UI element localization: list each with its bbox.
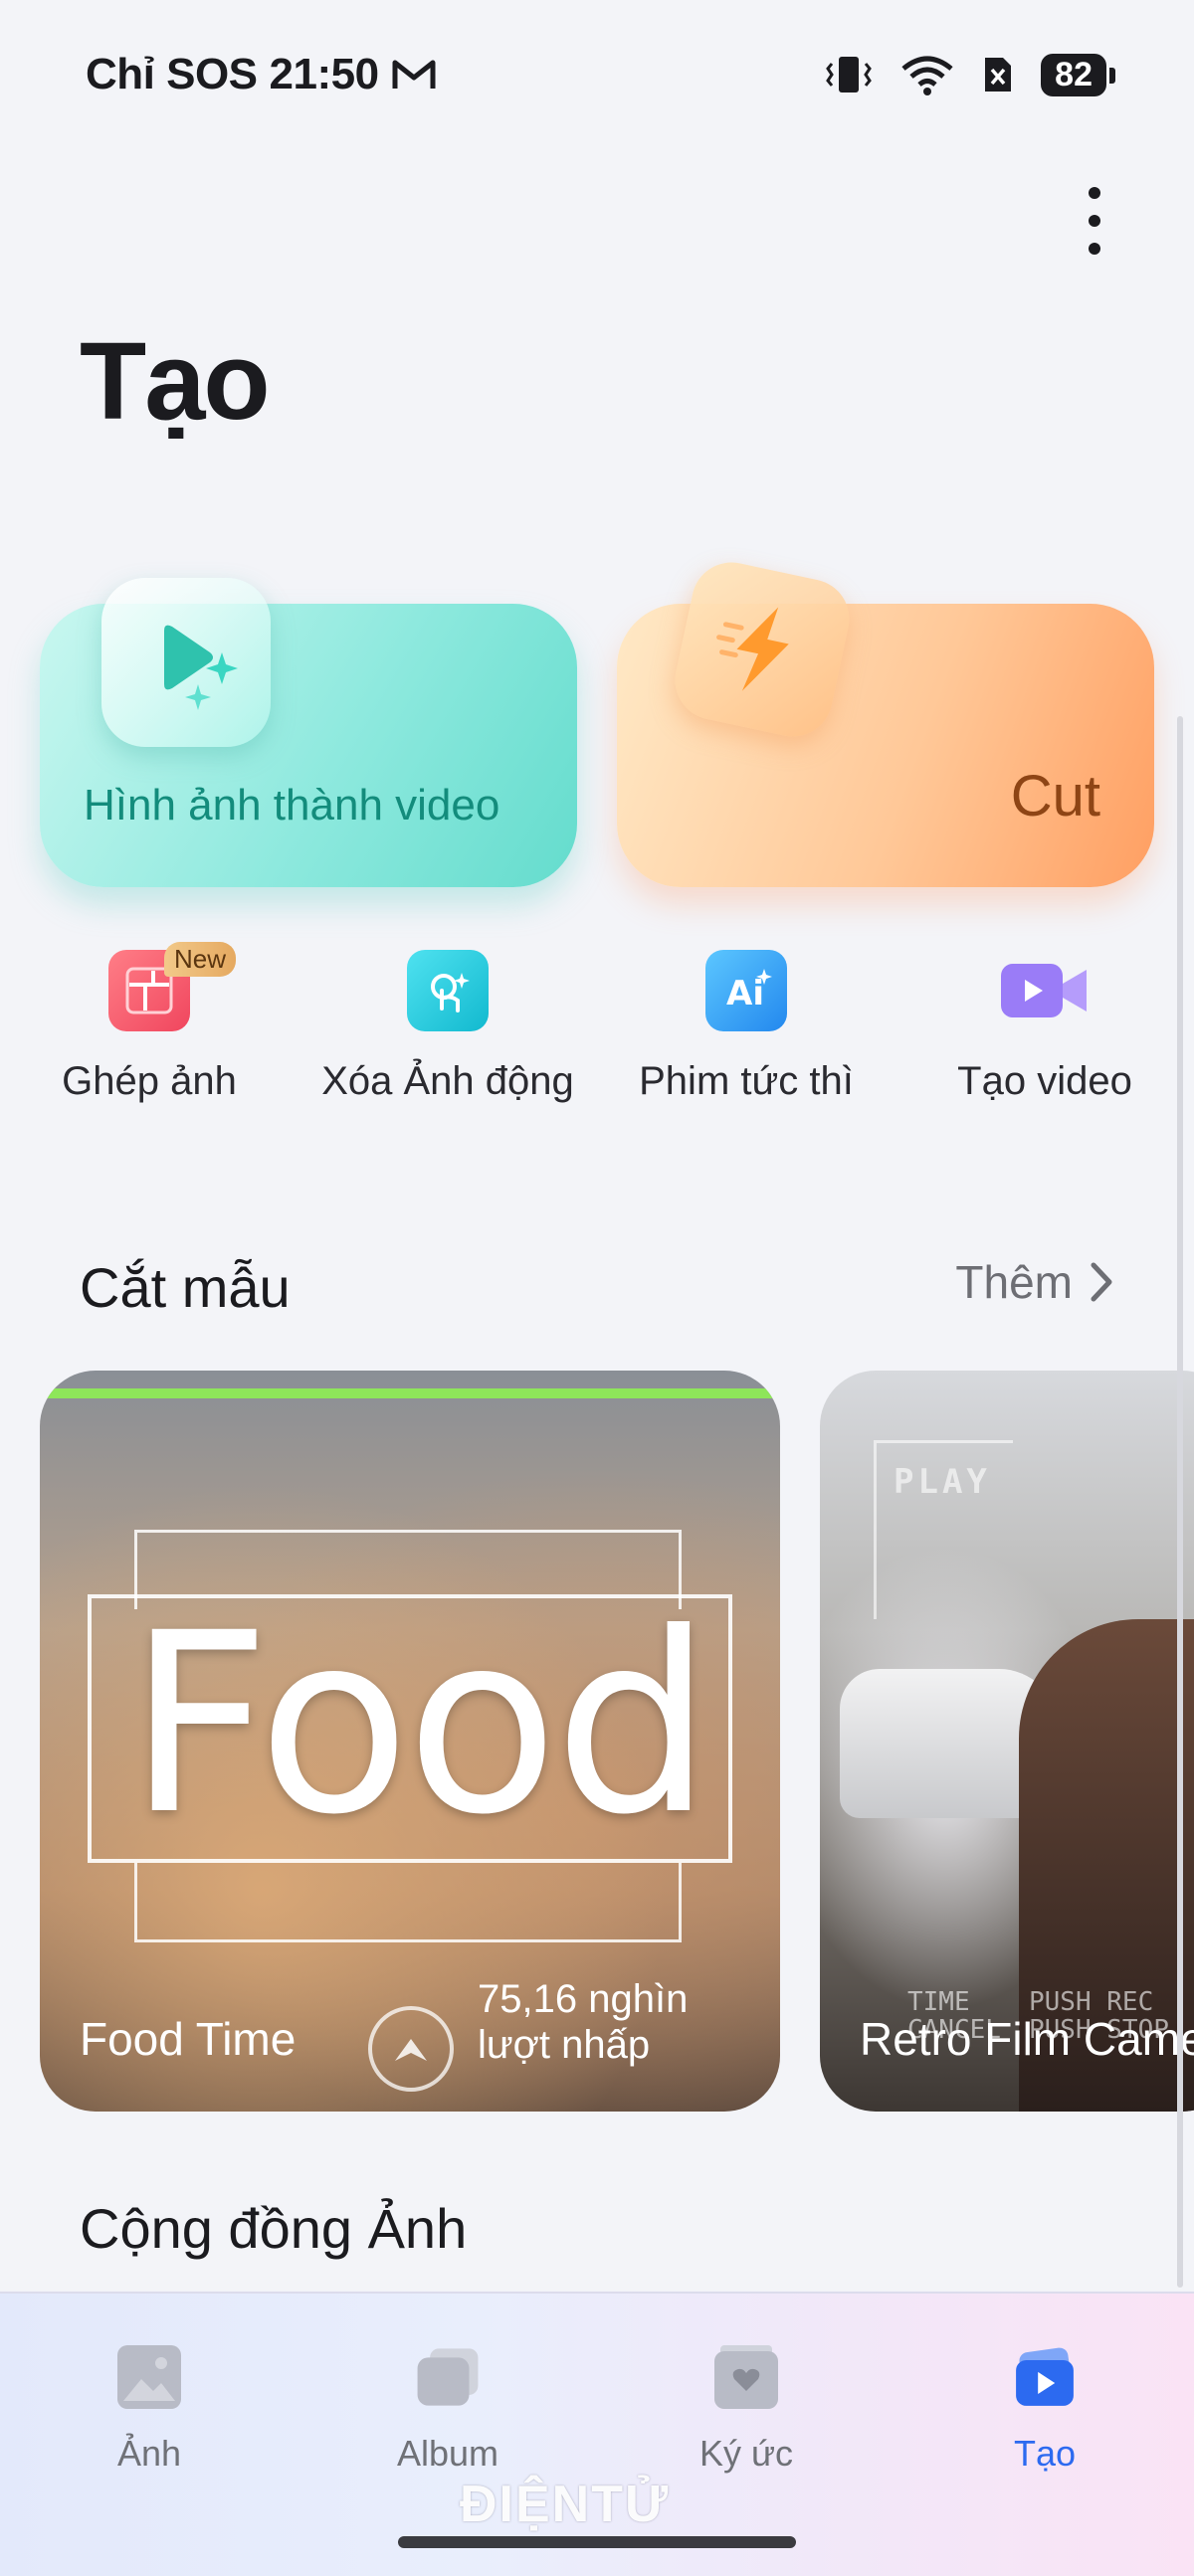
cut-card[interactable]: Cut bbox=[617, 555, 1154, 887]
page-title: Tạo bbox=[80, 320, 271, 443]
nav-item-memories[interactable]: Ký ức bbox=[647, 2343, 846, 2475]
templates-more-link[interactable]: Thêm bbox=[955, 1255, 1114, 1309]
home-indicator[interactable] bbox=[398, 2536, 796, 2548]
views-suffix: lượt nhấp bbox=[478, 2023, 651, 2067]
template-card-retro-film[interactable]: PLAY TIME PUSH REC CANCEL PUSH STOP Retr… bbox=[820, 1371, 1194, 2112]
new-badge: New bbox=[164, 942, 237, 977]
status-right: 82 bbox=[824, 53, 1115, 96]
watermark-logo: ĐIỆNTỬ bbox=[460, 2476, 671, 2533]
vibrate-icon bbox=[826, 57, 873, 92]
nav-label: Ảnh bbox=[116, 2433, 182, 2474]
image-to-video-label: Hình ảnh thành video bbox=[84, 781, 500, 829]
template-name: Retro Film Camera bbox=[860, 2013, 1194, 2065]
nav-item-album[interactable]: Album bbox=[348, 2343, 547, 2475]
nav-item-photos[interactable]: Ảnh bbox=[50, 2343, 249, 2475]
svg-text:Ai: Ai bbox=[726, 974, 764, 1013]
nav-label: Album bbox=[396, 2433, 499, 2474]
status-left: Chỉ SOS 21:50 bbox=[86, 50, 437, 99]
play-sparkle-icon bbox=[101, 578, 271, 747]
tool-collage[interactable]: New Ghép ảnh bbox=[0, 942, 298, 1104]
create-icon bbox=[1016, 2347, 1074, 2406]
clock-text: 21:50 bbox=[269, 50, 380, 98]
template-name: Food Time bbox=[80, 2013, 297, 2065]
views-count: 75,16 nghìn bbox=[478, 1977, 689, 2021]
tool-ai-movie[interactable]: Ai Phim tức thì bbox=[597, 950, 896, 1104]
template-overlay-text: Food bbox=[127, 1579, 712, 1869]
sim-off-icon bbox=[985, 58, 1012, 92]
image-to-video-card[interactable]: Hình ảnh thành video bbox=[40, 578, 577, 887]
tool-label: Phim tức thì bbox=[639, 1059, 854, 1103]
magic-eraser-icon bbox=[407, 950, 489, 1031]
gmail-icon bbox=[392, 60, 436, 89]
lightning-icon bbox=[668, 555, 857, 744]
memories-icon bbox=[714, 2345, 778, 2409]
tool-create-video[interactable]: Tạo video bbox=[896, 950, 1194, 1104]
more-label: Thêm bbox=[955, 1256, 1073, 1308]
template-views: 75,16 nghìn lượt nhấp bbox=[478, 1976, 688, 2068]
video-camera-icon bbox=[997, 950, 1093, 1031]
cut-label: Cut bbox=[1010, 764, 1100, 828]
tool-label: Xóa Ảnh động bbox=[321, 1059, 574, 1103]
nav-item-create[interactable]: Tạo bbox=[945, 2343, 1144, 2475]
scrollbar[interactable] bbox=[1177, 716, 1183, 2288]
carrier-text: Chỉ SOS bbox=[86, 50, 258, 98]
collage-icon: New bbox=[108, 942, 237, 1031]
chevron-right-icon bbox=[1091, 1262, 1112, 1302]
template-card-food-time[interactable]: Food Food Time 75,16 nghìn lượt nhấp bbox=[40, 1371, 780, 2112]
frame-decoration bbox=[134, 1863, 682, 1942]
more-vertical-icon[interactable] bbox=[1075, 179, 1114, 263]
album-icon bbox=[417, 2348, 479, 2406]
wifi-icon bbox=[901, 56, 953, 95]
battery-icon: 82 bbox=[1041, 53, 1115, 96]
templates-section-title: Cắt mẫu bbox=[80, 1256, 291, 1319]
quick-tools: New Ghép ảnh Xóa Ảnh động Ai Phim tức th… bbox=[0, 942, 1194, 1129]
use-template-icon[interactable] bbox=[368, 2006, 454, 2092]
community-section-title: Cộng đồng Ảnh bbox=[80, 2197, 468, 2260]
photo-icon bbox=[117, 2345, 181, 2409]
tool-label: Tạo video bbox=[957, 1059, 1132, 1103]
nav-label: Tạo bbox=[1013, 2433, 1077, 2474]
nav-label: Ký ức bbox=[698, 2433, 794, 2474]
tool-magic-eraser[interactable]: Xóa Ảnh động bbox=[298, 950, 597, 1104]
status-bar: Chỉ SOS 21:50 82 bbox=[0, 0, 1194, 149]
ai-movie-icon: Ai bbox=[705, 950, 787, 1031]
retro-play-label: PLAY bbox=[894, 1462, 991, 1502]
tool-label: Ghép ảnh bbox=[62, 1059, 237, 1103]
